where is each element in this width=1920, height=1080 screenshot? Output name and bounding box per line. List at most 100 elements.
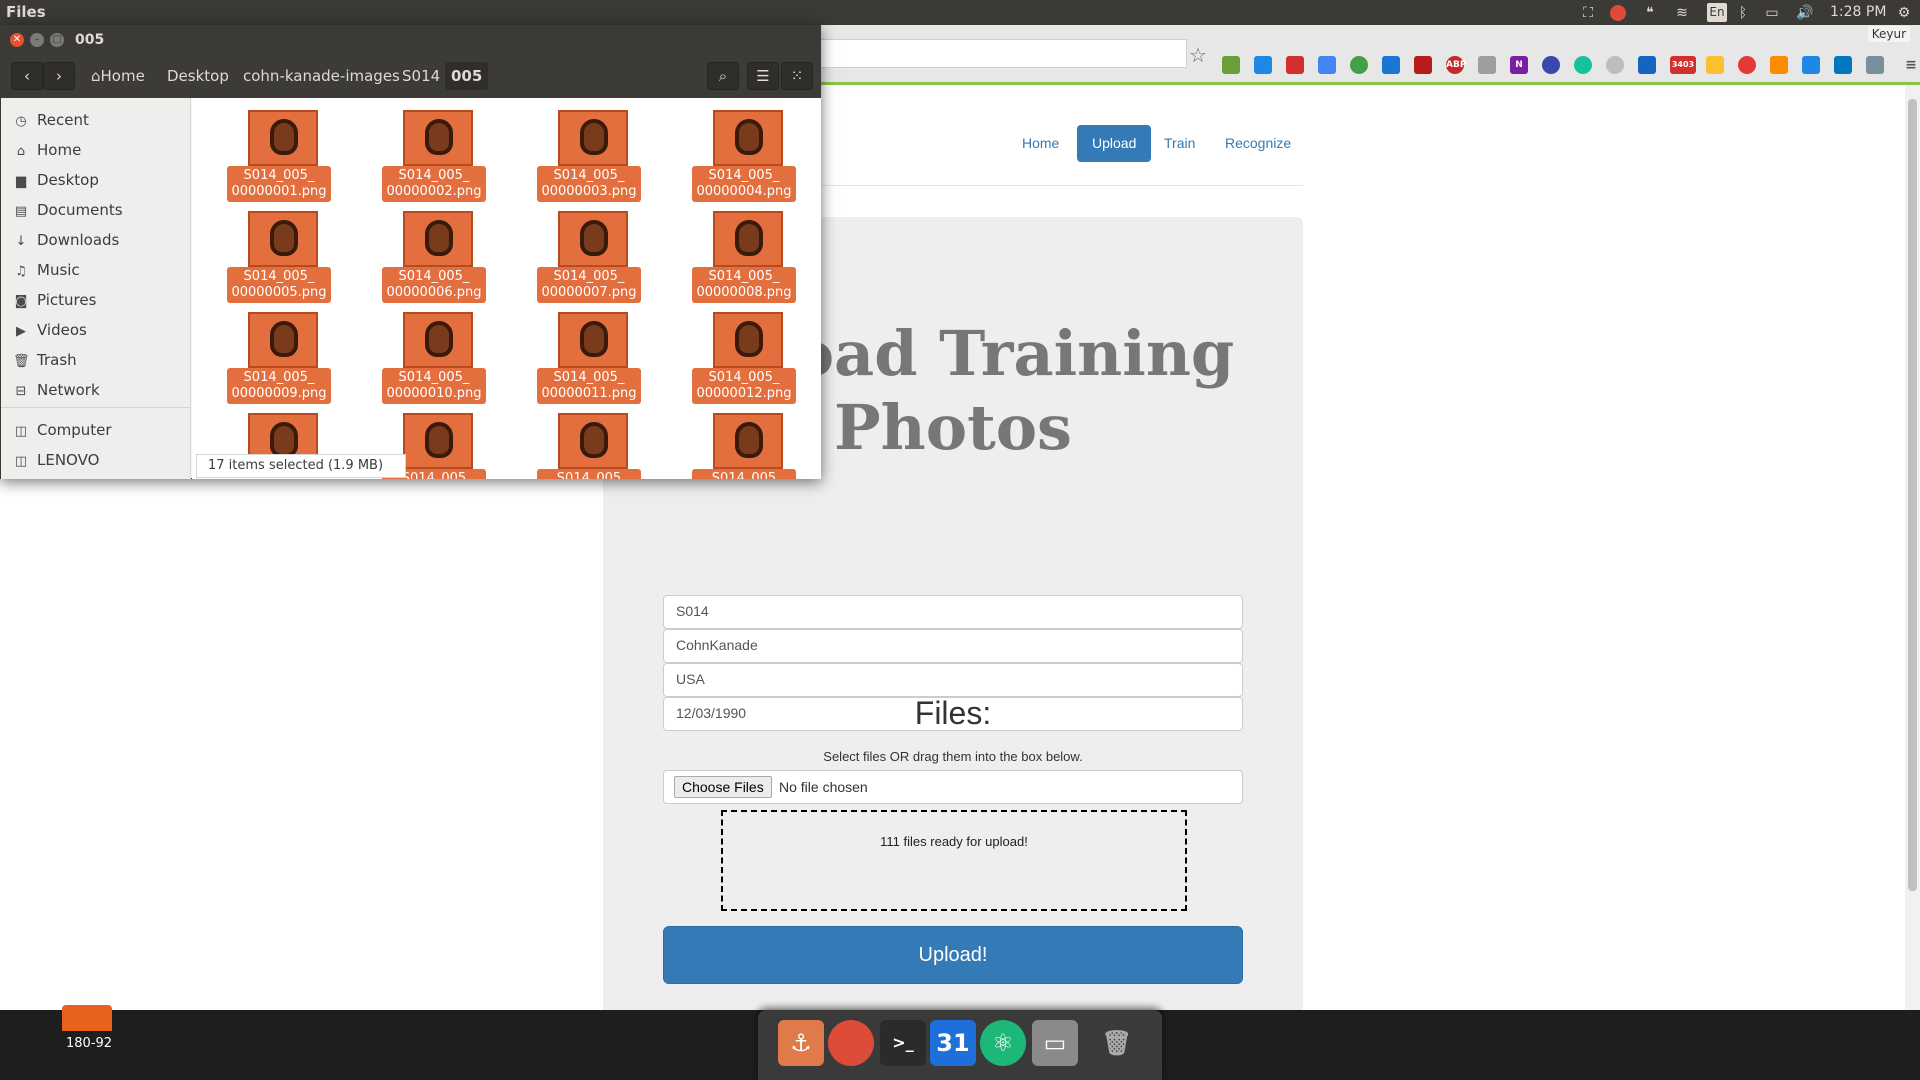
extension-icon-17[interactable]: [1738, 56, 1756, 74]
breadcrumb-cohn-kanade-images[interactable]: cohn-kanade-images: [237, 62, 406, 90]
nav-upload-link[interactable]: Upload: [1077, 125, 1152, 162]
sidebar-item-recent[interactable]: ◷ Recent: [13, 108, 89, 132]
file-tile[interactable]: S014_005_ 00000006.png: [382, 211, 486, 303]
file-input[interactable]: Choose Files No file chosen: [663, 770, 1243, 804]
terminal-icon[interactable]: >_: [880, 1020, 926, 1066]
wifi-icon[interactable]: ≋: [1674, 5, 1690, 21]
file-tile[interactable]: S014_005_ 00000009.png: [227, 312, 331, 404]
file-tile[interactable]: S014_005_ 00000002.png: [382, 110, 486, 202]
sidebar-item-downloads[interactable]: ↓ Downloads: [13, 228, 120, 252]
extension-icon-2[interactable]: [1254, 56, 1272, 74]
forward-arrow-icon[interactable]: ›: [43, 62, 75, 90]
chrome-tray-icon[interactable]: [1610, 5, 1626, 21]
file-tile[interactable]: S014_005_ 00000011.png: [537, 312, 641, 404]
extension-icon-11[interactable]: [1542, 56, 1560, 74]
profile-name[interactable]: Keyur: [1867, 26, 1910, 42]
dataset-field[interactable]: CohnKanade: [663, 629, 1243, 663]
adblock-plus-icon[interactable]: ABP: [1446, 56, 1466, 74]
gmail-icon[interactable]: 3403: [1670, 56, 1696, 74]
breadcrumb-005[interactable]: 005: [445, 62, 489, 90]
file-tile[interactable]: S014_005_ 00000003.png: [537, 110, 641, 202]
sidebar-item-music[interactable]: ♫ Music: [13, 258, 80, 282]
sidebar-item-network[interactable]: ⊟ Network: [13, 378, 100, 402]
hangouts-icon[interactable]: ❝: [1642, 5, 1658, 21]
file-tile[interactable]: S014_005: [537, 413, 641, 479]
nav-recognize-link[interactable]: Recognize: [1215, 125, 1301, 162]
file-manager-dock-icon[interactable]: ▭: [1032, 1020, 1078, 1066]
minimize-window-icon[interactable]: –: [30, 33, 44, 47]
sidebar-item-videos[interactable]: ▶ Videos: [13, 318, 87, 342]
back-arrow-icon[interactable]: ‹: [11, 62, 43, 90]
file-tile[interactable]: S014_005: [692, 413, 796, 479]
extension-icon-6[interactable]: [1382, 56, 1400, 74]
upload-button[interactable]: Upload!: [663, 926, 1243, 984]
extension-icon-18[interactable]: [1770, 56, 1788, 74]
onenote-icon[interactable]: N: [1510, 56, 1528, 74]
bluetooth-icon[interactable]: ᛒ: [1735, 5, 1751, 21]
chrome-menu-icon[interactable]: ≡: [1902, 56, 1920, 74]
sidebar-item-pictures[interactable]: ◙ Pictures: [13, 288, 97, 312]
sidebar-item-trash[interactable]: 🗑 Trash: [13, 348, 77, 372]
grid-view-icon[interactable]: ⁙: [781, 62, 813, 90]
drop-zone[interactable]: 111 files ready for upload!: [721, 810, 1187, 911]
extension-icon-14[interactable]: [1638, 56, 1656, 74]
battery-icon[interactable]: ▭: [1760, 5, 1784, 21]
clock[interactable]: 1:28 PM: [1830, 4, 1886, 20]
breadcrumb-home[interactable]: ⌂Home: [85, 62, 151, 90]
extension-icon-19[interactable]: [1802, 56, 1820, 74]
maximize-window-icon[interactable]: □: [50, 33, 64, 47]
atom-icon[interactable]: ⚛: [980, 1020, 1026, 1066]
sidebar-item-lenovo[interactable]: ◫ LENOVO: [13, 448, 100, 472]
extension-icon-13[interactable]: [1606, 56, 1624, 74]
scrollbar-thumb[interactable]: [1908, 99, 1917, 891]
volume-icon[interactable]: 🔊: [1796, 5, 1813, 21]
sidebar-item-computer[interactable]: ◫ Computer: [13, 418, 112, 442]
address-bar[interactable]: [817, 39, 1187, 68]
desktop-folder-label[interactable]: 180-92: [66, 1036, 112, 1051]
file-tile[interactable]: S014_005_ 00000012.png: [692, 312, 796, 404]
grammarly-icon[interactable]: [1574, 56, 1592, 74]
calendar-icon[interactable]: 31: [930, 1020, 976, 1066]
file-tile[interactable]: S014_005_ 00000005.png: [227, 211, 331, 303]
files-hint: Select files OR drag them into the box b…: [823, 749, 1083, 764]
google-drive-icon[interactable]: [1706, 56, 1724, 74]
anchor-app-icon[interactable]: ⚓: [778, 1020, 824, 1066]
trash-dock-icon[interactable]: 🗑: [1094, 1020, 1140, 1066]
dropbox-icon[interactable]: ⛶: [1580, 5, 1596, 21]
window-titlebar[interactable]: ✕ – □ 005: [1, 26, 820, 54]
chrome-icon[interactable]: [828, 1020, 874, 1066]
nav-train-link[interactable]: Train: [1154, 125, 1205, 162]
file-tile[interactable]: S014_005_ 00000007.png: [537, 211, 641, 303]
search-icon[interactable]: ⌕: [707, 62, 739, 90]
settings-gear-icon[interactable]: ⚙: [1896, 5, 1912, 21]
file-input-status: No file chosen: [779, 779, 868, 795]
face-photo-icon: [580, 321, 608, 357]
sidebar-item-documents[interactable]: ▤ Documents: [13, 198, 123, 222]
extension-icon-1[interactable]: [1222, 56, 1240, 74]
extension-icon-9[interactable]: [1478, 56, 1496, 74]
breadcrumb-s014[interactable]: S014: [396, 62, 446, 90]
file-tile[interactable]: S014_005_ 00000001.png: [227, 110, 331, 202]
bookmark-star-icon[interactable]: ☆: [1189, 43, 1207, 67]
keyboard-language-indicator[interactable]: En: [1707, 3, 1727, 22]
extension-icon-21[interactable]: [1866, 56, 1884, 74]
close-window-icon[interactable]: ✕: [10, 33, 24, 47]
nav-home-link[interactable]: Home: [1012, 125, 1069, 162]
subject-field[interactable]: S014: [663, 595, 1243, 629]
choose-files-button[interactable]: Choose Files: [674, 776, 772, 798]
sidebar-item-desktop[interactable]: ▆ Desktop: [13, 168, 99, 192]
file-tile[interactable]: S014_005_ 00000008.png: [692, 211, 796, 303]
country-field[interactable]: USA: [663, 663, 1243, 697]
extension-icon-5[interactable]: [1350, 56, 1368, 74]
sidebar-item-home[interactable]: ⌂ Home: [13, 138, 81, 162]
file-tile[interactable]: S014_005_ 00000010.png: [382, 312, 486, 404]
google-translate-icon[interactable]: [1318, 56, 1336, 74]
extension-icon-3[interactable]: [1286, 56, 1304, 74]
extension-icon-7[interactable]: [1414, 56, 1432, 74]
breadcrumb-desktop[interactable]: Desktop: [161, 62, 235, 90]
list-view-icon[interactable]: ☰: [747, 62, 779, 90]
desktop-folder-icon[interactable]: [62, 1005, 112, 1031]
file-tile[interactable]: S014_005_ 00000004.png: [692, 110, 796, 202]
extension-icon-20[interactable]: [1834, 56, 1852, 74]
page-scrollbar[interactable]: [1905, 85, 1920, 1010]
